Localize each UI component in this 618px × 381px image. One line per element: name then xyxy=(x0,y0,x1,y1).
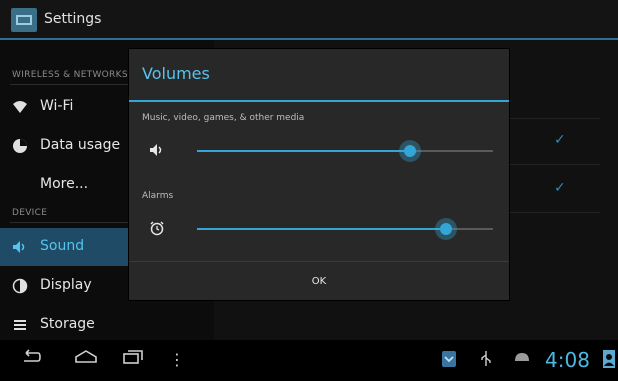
sidebar-item-label: More... xyxy=(40,176,89,192)
sidebar-item-storage[interactable]: Storage xyxy=(0,306,214,344)
sound-icon xyxy=(12,239,28,255)
alarms-volume-label: Alarms xyxy=(142,191,174,201)
section-divider xyxy=(10,222,130,223)
action-bar: Settings xyxy=(0,0,618,40)
sidebar-item-label: Sound xyxy=(40,238,85,254)
menu-icon[interactable]: ⋮ xyxy=(164,348,190,372)
alarm-clock-icon[interactable] xyxy=(149,220,165,236)
user-icon[interactable] xyxy=(603,350,615,370)
dialog-button-bar: OK xyxy=(129,261,509,301)
dialog-title: Volumes xyxy=(142,64,210,83)
home-icon[interactable] xyxy=(73,348,99,372)
display-icon xyxy=(12,278,28,294)
system-bar: ⋮ 4:08 xyxy=(0,340,618,381)
volumes-dialog: Volumes Music, video, games, & other med… xyxy=(129,49,509,300)
android-debug-icon xyxy=(512,350,532,370)
wifi-icon xyxy=(12,99,28,115)
list-divider xyxy=(510,164,600,165)
section-divider xyxy=(10,84,130,85)
sidebar-item-label: Data usage xyxy=(40,137,121,153)
settings-icon[interactable] xyxy=(11,8,37,32)
sidebar-item-label: Storage xyxy=(40,316,95,332)
checkmark-icon[interactable]: ✓ xyxy=(554,132,566,148)
checkmark-icon[interactable]: ✓ xyxy=(554,180,566,196)
status-clock: 4:08 xyxy=(545,348,590,372)
media-volume-thumb[interactable] xyxy=(399,140,421,162)
alarms-volume-fill xyxy=(197,228,446,230)
ok-button[interactable]: OK xyxy=(129,262,509,301)
alarms-volume-slider[interactable] xyxy=(197,218,493,240)
section-header-wireless: WIRELESS & NETWORKS xyxy=(12,70,128,80)
media-volume-label: Music, video, games, & other media xyxy=(142,113,305,123)
recent-apps-icon[interactable] xyxy=(120,348,146,372)
app-title: Settings xyxy=(44,11,102,27)
speaker-icon[interactable] xyxy=(149,142,165,158)
data-usage-icon xyxy=(12,138,28,154)
dialog-title-divider xyxy=(129,100,509,102)
media-volume-fill xyxy=(197,150,410,152)
list-divider xyxy=(510,118,600,119)
media-volume-slider[interactable] xyxy=(197,140,493,162)
alarms-volume-thumb[interactable] xyxy=(435,218,457,240)
usb-icon xyxy=(478,350,494,370)
sidebar-item-label: Display xyxy=(40,277,92,293)
notification-icon[interactable] xyxy=(440,350,458,370)
storage-icon xyxy=(12,317,28,333)
back-icon[interactable] xyxy=(18,348,44,372)
section-header-device: DEVICE xyxy=(12,208,48,218)
sidebar-item-label: Wi-Fi xyxy=(40,98,74,114)
list-divider xyxy=(510,212,600,213)
